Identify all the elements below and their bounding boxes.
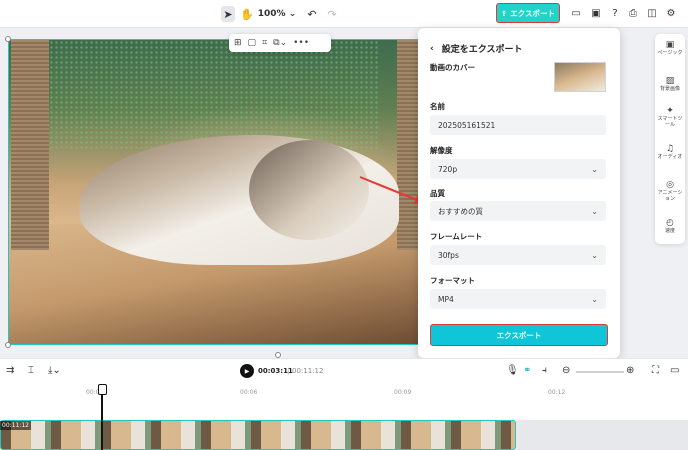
sidebar-item-speed[interactable]: ◴ 速度 [655, 218, 685, 235]
sidebar-item-label: 速度 [664, 228, 675, 234]
sidebar-item-label: 背景画像 [659, 86, 680, 92]
help-icon[interactable]: ? [609, 7, 621, 19]
sidebar-item-smart-tool[interactable]: ✦ スマートツール [655, 106, 685, 129]
panel-export-label: エクスポート [496, 330, 542, 340]
resolution-label: 解像度 [430, 146, 453, 155]
cover-thumbnail[interactable] [554, 62, 606, 92]
settings-gear-icon[interactable]: ⚙ [665, 7, 677, 19]
chevron-down-icon: ⌄ [591, 164, 598, 174]
replace-icon[interactable]: ⧉⌄ [273, 38, 287, 48]
sidebar-item-page[interactable]: ▣ ページック [655, 40, 685, 57]
zoom-value: 100% [257, 9, 286, 19]
timeline-track-area: 00:11:12 [0, 404, 688, 450]
quality-label: 品質 [430, 189, 445, 198]
name-value: 202505161521 [438, 120, 496, 130]
download-icon[interactable]: ⤓⌄ [48, 365, 61, 376]
cover-label: 動画のカバー [430, 63, 475, 72]
zoom-in-icon[interactable]: ⊕ [626, 365, 634, 376]
top-export-button[interactable]: ⇪ エクスポート [496, 3, 560, 23]
split-icon[interactable]: ⇉ [6, 365, 14, 376]
ruler-tick: 00:09 [394, 389, 412, 396]
resize-handle-top-left[interactable] [5, 36, 11, 42]
zoom-dropdown[interactable]: 100% ⌄ [257, 6, 297, 22]
chevron-down-icon: ⌄ [591, 250, 598, 260]
canvas-context-toolbar: ⊞ ▢ ⌗ ⧉⌄ ••• [229, 34, 331, 52]
top-export-label: エクスポート [510, 8, 556, 18]
present-icon[interactable]: ▣ [590, 7, 602, 19]
sidebar-item-label: オーディオ [657, 154, 683, 160]
redo-icon[interactable]: ↷ [326, 6, 338, 22]
select-pointer-icon[interactable]: ➤ [221, 6, 235, 22]
fit-icon[interactable]: ⛶ [652, 365, 659, 376]
resolution-value: 720p [438, 164, 458, 174]
play-button[interactable]: ▶ [240, 364, 254, 378]
sidebar-item-audio[interactable]: ♫ オーディオ [655, 144, 685, 161]
print-icon[interactable]: ⎙ [627, 7, 639, 19]
trim-icon[interactable]: ⌶ [28, 365, 34, 376]
ruler-tick: 00:12 [548, 389, 566, 396]
format-label: フォーマット [430, 276, 475, 285]
format-value: MP4 [438, 294, 454, 304]
name-field[interactable]: 202505161521 [430, 115, 606, 135]
format-select[interactable]: MP4 ⌄ [430, 289, 606, 309]
video-clip[interactable] [0, 420, 516, 450]
screen-icon[interactable]: ▭ [570, 7, 582, 19]
time-separator: | [287, 367, 290, 375]
snap-icon[interactable]: ⫞ [542, 365, 547, 376]
zoom-out-icon[interactable]: ⊖ [562, 365, 570, 376]
video-canvas[interactable] [8, 39, 420, 345]
hand-pan-icon[interactable]: ✋ [240, 6, 254, 22]
caption-icon[interactable]: ▭ [670, 365, 679, 376]
sidebar-item-label: アニメーション [657, 190, 683, 202]
total-time: 00:11:12 [292, 367, 324, 375]
top-toolbar: ➤ ✋ 100% ⌄ ↶ ↷ ⇪ エクスポート ▭ ▣ ? ⎙ ◫ ⚙ [0, 0, 688, 28]
undo-icon[interactable]: ↶ [306, 6, 318, 22]
clip-duration-label: 00:11:12 [0, 421, 31, 430]
sidebar-item-background[interactable]: ▨ 背景画像 [655, 76, 685, 93]
more-options-icon[interactable]: ••• [293, 38, 309, 48]
back-chevron-icon[interactable]: ‹ [430, 44, 434, 54]
sidebar-item-label: スマートツール [657, 116, 683, 128]
resolution-select[interactable]: 720p ⌄ [430, 159, 606, 179]
crop-icon[interactable]: ⌗ [262, 38, 267, 48]
sidebar-item-animation[interactable]: ◎ アニメーション [655, 180, 685, 203]
right-sidebar: ▣ ページック ▨ 背景画像 ✦ スマートツール ♫ オーディオ ◎ アニメーシ… [655, 34, 685, 244]
sidebar-item-label: ページック [657, 50, 683, 56]
quality-select[interactable]: おすすめの質 ⌄ [430, 201, 606, 221]
scratching-post-left [11, 40, 49, 250]
framerate-label: フレームレート [430, 232, 483, 241]
chevron-down-icon: ⌄ [591, 294, 598, 304]
framerate-value: 30fps [438, 250, 459, 260]
panel-export-button[interactable]: エクスポート [430, 324, 608, 346]
crop-fit-icon[interactable]: ⊞ [234, 38, 242, 48]
panel-header: ‹ 設定をエクスポート [430, 42, 523, 56]
background-net [49, 40, 379, 150]
upload-icon: ⇪ [500, 8, 508, 18]
frame-icon[interactable]: ▢ [248, 38, 257, 48]
resize-handle-bottom-left[interactable] [5, 342, 11, 348]
timeline-zoom-slider[interactable] [576, 371, 624, 373]
chevron-down-icon: ⌄ [591, 206, 598, 216]
timeline-toolbar: ⇉ ⌶ ⤓⌄ ▶ 00:03:11 | 00:11:12 🎙 ⚭ ⫞ ⊖ ⊕ ⛶… [0, 358, 688, 384]
link-icon[interactable]: ⚭ [523, 365, 531, 376]
empty-track [516, 420, 688, 450]
cat-head [249, 140, 369, 240]
panel-title: 設定をエクスポート [441, 45, 523, 55]
layout-panel-icon[interactable]: ◫ [646, 7, 658, 19]
microphone-icon[interactable]: 🎙 [506, 365, 519, 376]
framerate-select[interactable]: 30fps ⌄ [430, 245, 606, 265]
export-settings-panel: ‹ 設定をエクスポート 動画のカバー 名前 202505161521 解像度 7… [418, 28, 620, 358]
playhead[interactable] [98, 384, 106, 450]
name-label: 名前 [430, 102, 445, 111]
scratching-post-right [397, 40, 419, 250]
quality-value: おすすめの質 [438, 206, 483, 216]
ruler-tick: 00:06 [240, 389, 258, 396]
